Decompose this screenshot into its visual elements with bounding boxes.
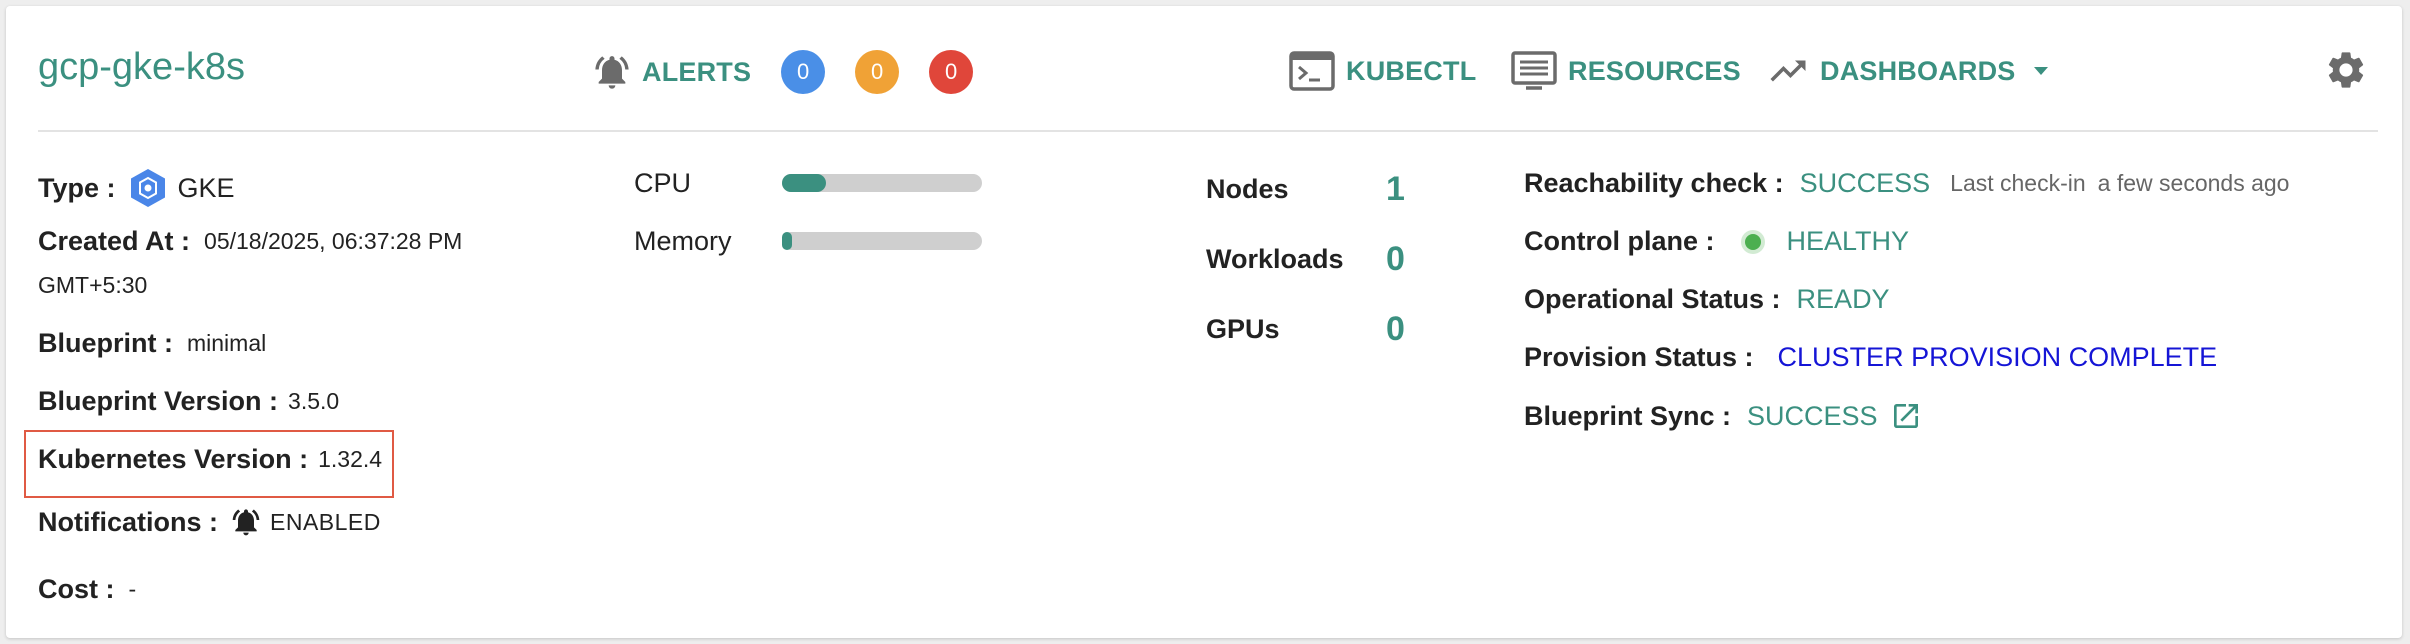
caret-down-icon xyxy=(2032,65,2050,77)
blueprint-row: Blueprint : minimal xyxy=(38,328,266,359)
workloads-value[interactable]: 0 xyxy=(1386,240,1405,279)
cost-value: - xyxy=(128,576,137,602)
dashboards-label: DASHBOARDS xyxy=(1820,55,2016,86)
memory-label: Memory xyxy=(634,226,732,256)
cluster-card: gcp-gke-k8s ALERTS 0 0 0 KUBECTL RESOURC… xyxy=(6,6,2402,638)
resources-label: RESOURCES xyxy=(1568,55,1741,86)
health-dot-icon xyxy=(1739,228,1767,256)
settings-button[interactable] xyxy=(2324,48,2368,97)
blueprint-sync-label: Blueprint Sync : xyxy=(1524,400,1732,431)
reachability-row: Reachability check : SUCCESS Last check-… xyxy=(1524,168,2289,199)
notifications-value: ENABLED xyxy=(270,508,381,535)
cpu-bar-fill xyxy=(782,174,826,192)
created-tz: GMT+5:30 xyxy=(38,272,148,298)
trending-up-icon xyxy=(1766,50,1810,92)
alert-count-info[interactable]: 0 xyxy=(781,50,826,94)
notifications-label: Notifications : xyxy=(38,506,218,537)
operational-value: READY xyxy=(1796,284,1890,314)
k8s-version-label: Kubernetes Version : xyxy=(38,444,309,474)
created-value: 05/18/2025, 06:37:28 PM xyxy=(204,228,463,254)
alert-count-critical[interactable]: 0 xyxy=(929,50,974,94)
notifications-row: Notifications : ENABLED xyxy=(38,506,381,538)
created-label: Created At : xyxy=(38,226,191,256)
reachability-label: Reachability check : xyxy=(1524,168,1784,198)
bell-icon xyxy=(230,506,262,538)
blueprint-value[interactable]: minimal xyxy=(187,330,266,357)
blueprint-version-row: Blueprint Version : 3.5.0 xyxy=(38,386,339,417)
list-icon xyxy=(1510,50,1558,92)
created-row: Created At : 05/18/2025, 06:37:28 PM xyxy=(38,226,462,257)
reachability-value: SUCCESS xyxy=(1799,168,1931,198)
provision-value: CLUSTER PROVISION COMPLETE xyxy=(1777,342,2218,372)
gear-icon xyxy=(2324,48,2368,92)
terminal-icon xyxy=(1288,50,1336,92)
card-header: gcp-gke-k8s ALERTS 0 0 0 KUBECTL RESOURC… xyxy=(6,6,2402,130)
operational-row: Operational Status : READY xyxy=(1524,284,1890,315)
resources-button[interactable]: RESOURCES xyxy=(1510,50,1741,92)
operational-label: Operational Status : xyxy=(1524,284,1781,314)
last-checkin-value: a few seconds ago xyxy=(2097,170,2290,196)
cluster-name[interactable]: gcp-gke-k8s xyxy=(38,46,245,89)
nodes-value[interactable]: 1 xyxy=(1386,170,1405,209)
nodes-label: Nodes xyxy=(1206,174,1289,204)
header-divider xyxy=(38,130,2378,132)
blueprint-sync-value: SUCCESS xyxy=(1747,400,1878,431)
cost-row: Cost : - xyxy=(38,574,136,605)
type-label: Type : xyxy=(38,172,116,203)
last-checkin-label: Last check-in xyxy=(1950,170,2086,196)
type-value: GKE xyxy=(177,172,235,203)
kubectl-label: KUBECTL xyxy=(1346,55,1477,86)
blueprint-version-value: 3.5.0 xyxy=(288,388,340,414)
external-link-icon[interactable] xyxy=(1890,400,1922,432)
memory-bar-fill xyxy=(782,232,792,250)
cpu-bar xyxy=(782,174,982,192)
kubectl-button[interactable]: KUBECTL xyxy=(1288,50,1476,92)
cost-label: Cost : xyxy=(38,574,115,604)
gpus-label: GPUs xyxy=(1206,314,1280,344)
control-plane-label: Control plane : xyxy=(1524,226,1715,256)
alerts-button[interactable]: ALERTS 0 0 0 xyxy=(592,50,974,94)
gpus-value[interactable]: 0 xyxy=(1386,310,1405,349)
control-plane-value: HEALTHY xyxy=(1786,226,1910,256)
gke-hexagon-icon xyxy=(128,168,168,208)
alert-count-warning[interactable]: 0 xyxy=(855,50,900,94)
memory-bar xyxy=(782,232,982,250)
k8s-version-row: Kubernetes Version : 1.32.4 xyxy=(38,444,382,475)
blueprint-sync-row: Blueprint Sync : SUCCESS xyxy=(1524,400,1922,432)
provision-label: Provision Status : xyxy=(1524,342,1754,372)
blueprint-label: Blueprint : xyxy=(38,328,173,358)
dashboards-menu[interactable]: DASHBOARDS xyxy=(1766,50,2050,92)
alerts-label: ALERTS xyxy=(642,56,752,87)
k8s-version-value: 1.32.4 xyxy=(318,446,383,472)
created-tz-row: GMT+5:30 xyxy=(38,272,147,299)
bell-icon xyxy=(592,51,632,93)
control-plane-row: Control plane : HEALTHY xyxy=(1524,226,1909,257)
blueprint-version-label: Blueprint Version : xyxy=(38,386,279,416)
workloads-label: Workloads xyxy=(1206,244,1344,274)
type-row: Type : GKE xyxy=(38,168,235,208)
provision-row: Provision Status : CLUSTER PROVISION COM… xyxy=(1524,342,2217,373)
cpu-label: CPU xyxy=(634,168,692,198)
